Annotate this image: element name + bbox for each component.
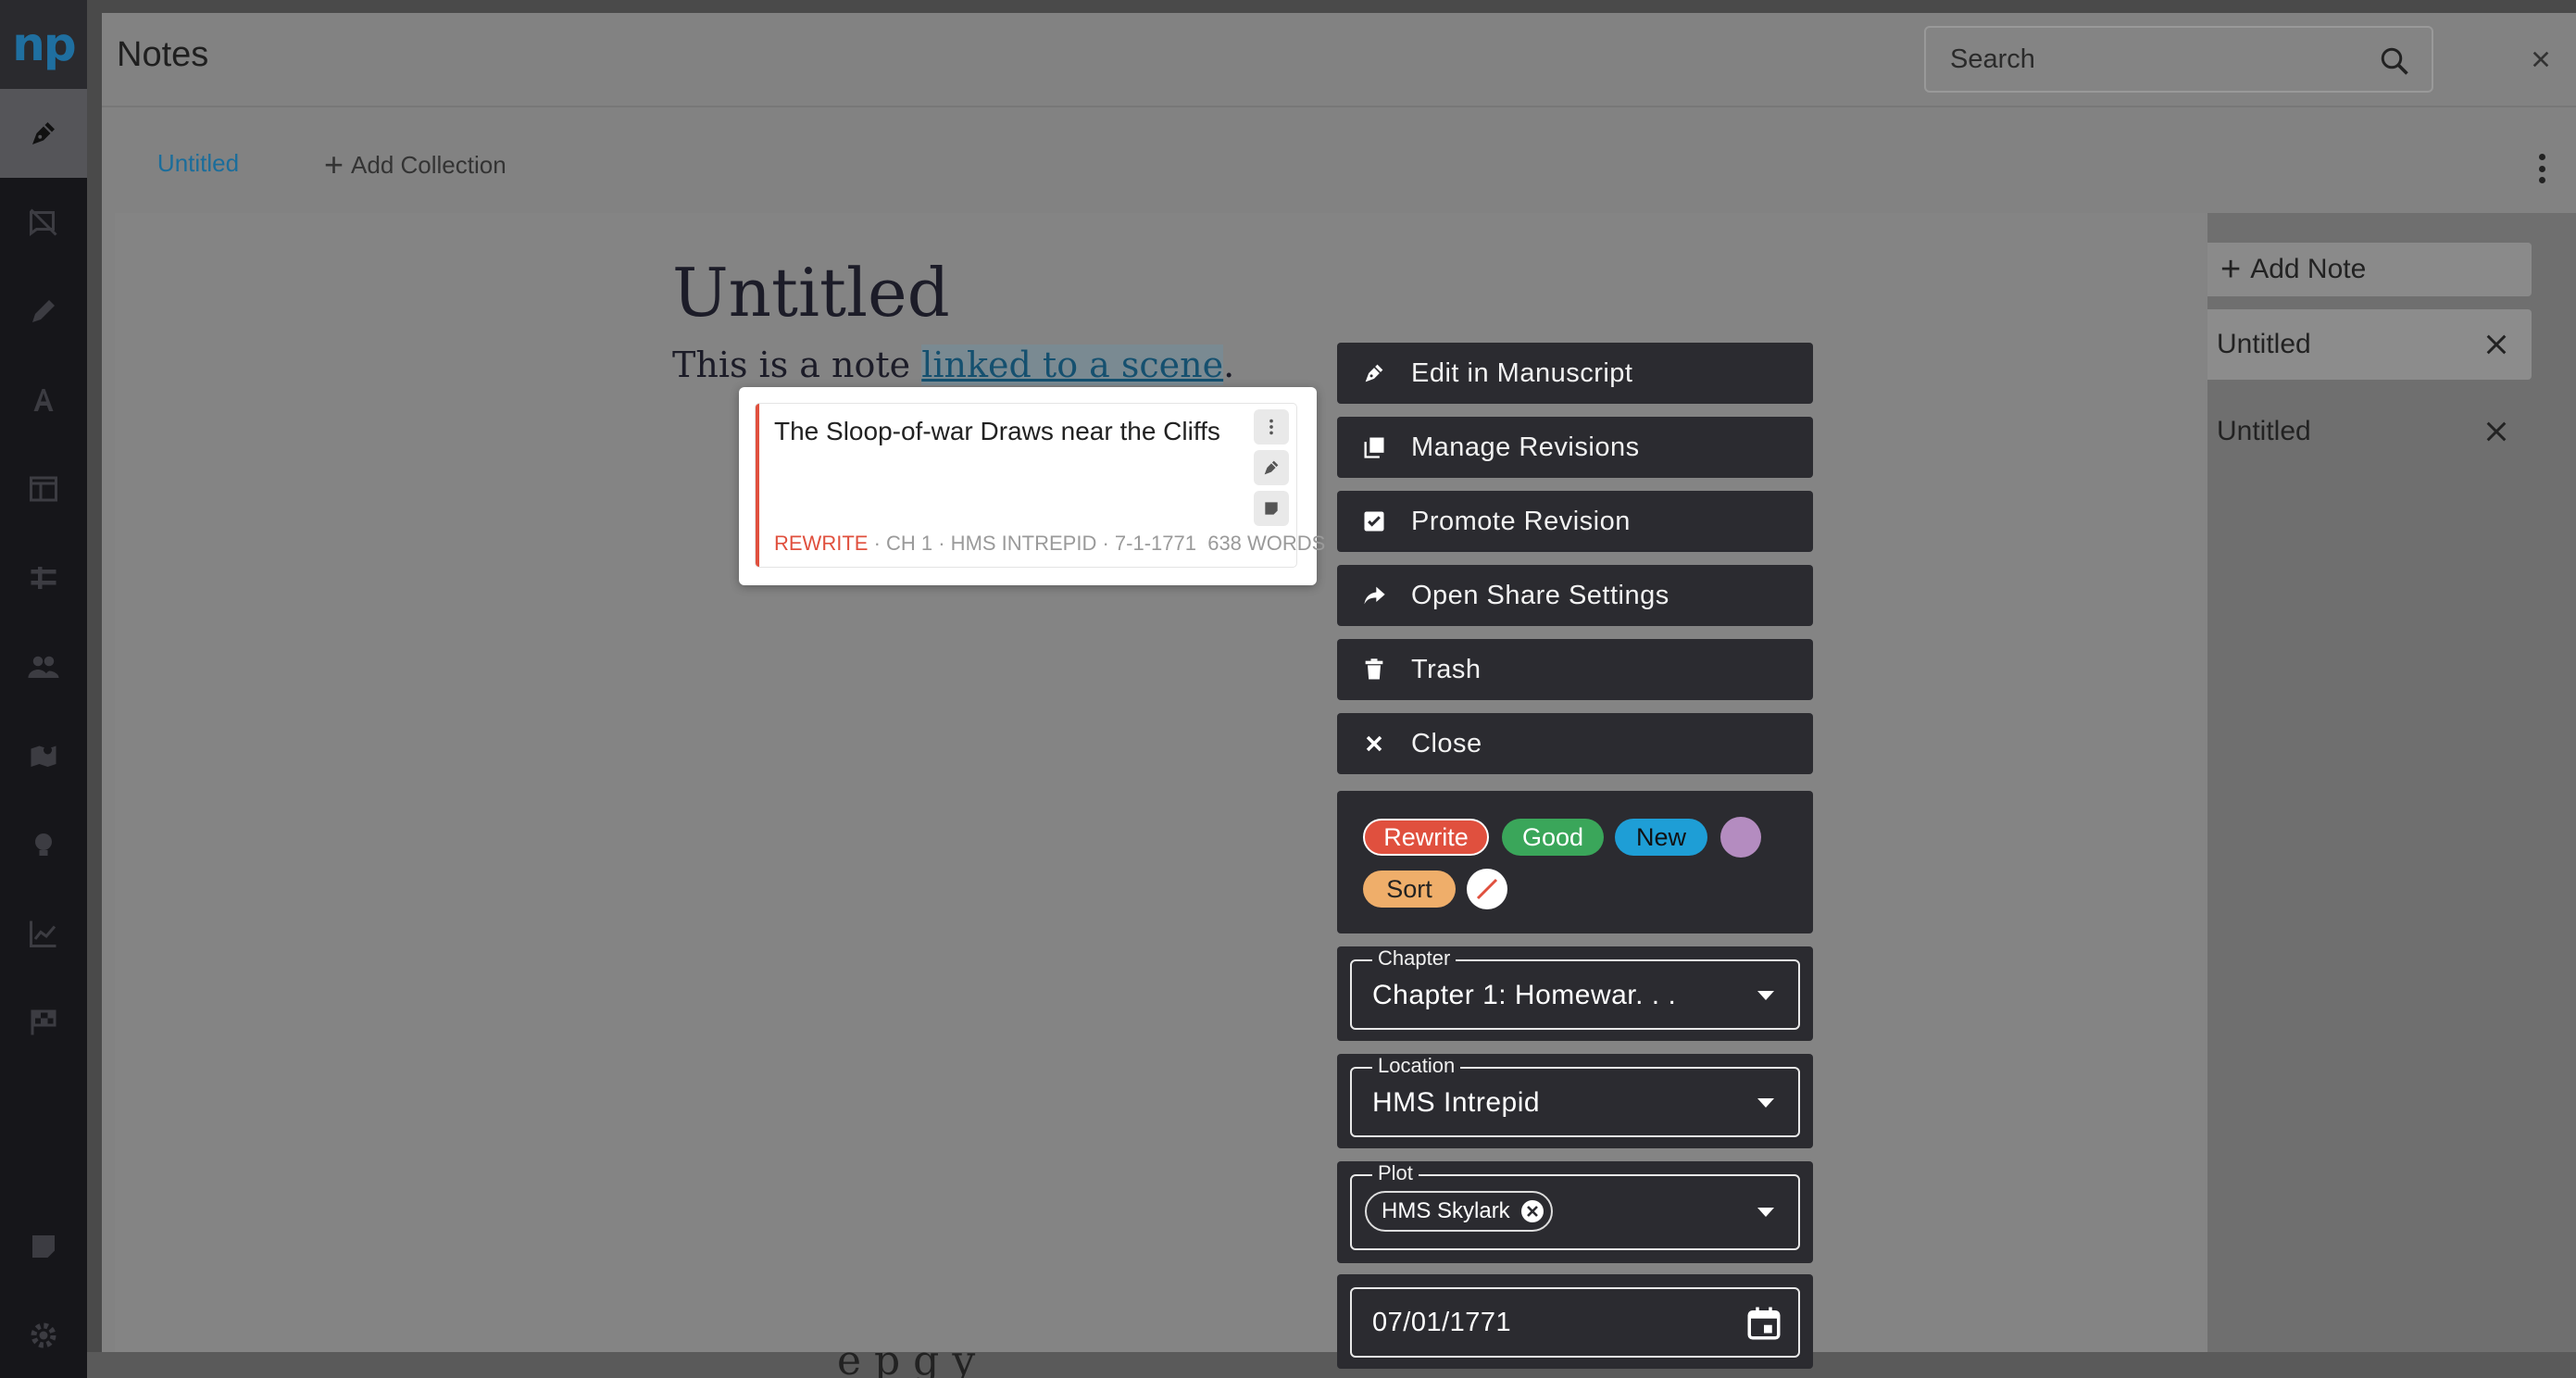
note-title[interactable]: Untitled — [672, 254, 950, 332]
chevron-down-icon — [1757, 1208, 1774, 1217]
status-chip-rewrite[interactable]: Rewrite — [1363, 819, 1489, 856]
trash-icon — [1365, 658, 1383, 680]
dialog-header: Notes — [102, 13, 2576, 107]
scene-word-count: 638 WORDS — [1207, 532, 1326, 555]
close-icon[interactable] — [2482, 330, 2511, 359]
close-icon[interactable] — [2482, 417, 2511, 446]
promote-revision-button[interactable]: Promote Revision — [1337, 491, 1813, 552]
pencil-icon[interactable] — [0, 267, 87, 356]
more-options-icon[interactable] — [2528, 150, 2556, 187]
app-sidebar: np — [0, 0, 87, 1378]
sticky-note-icon[interactable] — [0, 1202, 87, 1291]
no-status-icon[interactable] — [1467, 869, 1507, 909]
note-list-item-label: Untitled — [2217, 329, 2311, 359]
dialog-title: Notes — [117, 35, 209, 74]
collection-tabs: Untitled + Add Collection — [115, 107, 2576, 222]
note-text-end: . — [1223, 344, 1235, 385]
open-share-settings-button[interactable]: Open Share Settings — [1337, 565, 1813, 626]
date-input[interactable]: 07/01/1771 — [1350, 1287, 1800, 1358]
checkbox-icon — [1364, 511, 1384, 532]
close-dialog-button[interactable] — [2519, 37, 2563, 81]
add-collection-button[interactable]: + Add Collection — [324, 107, 506, 222]
location-select[interactable]: Location HMS Intrepid — [1350, 1054, 1800, 1137]
remove-chip-icon[interactable] — [1519, 1198, 1545, 1224]
scene-link[interactable]: linked to a scene — [921, 344, 1224, 385]
scene-card-meta: REWRITE · CH 1 · HMS INTREPID · 7-1-1771… — [774, 532, 1326, 555]
note-list-item[interactable]: Untitled — [2207, 309, 2532, 380]
layout-columns-icon[interactable] — [0, 445, 87, 533]
close-icon — [2532, 51, 2549, 68]
scene-card-title: The Sloop-of-war Draws near the Cliffs — [774, 417, 1220, 445]
manage-revisions-button[interactable]: Manage Revisions — [1337, 417, 1813, 478]
date-field-box: 07/01/1771 — [1337, 1274, 1813, 1369]
location-label: Location — [1372, 1054, 1461, 1078]
scene-more-icon[interactable] — [1254, 409, 1289, 445]
search-box[interactable] — [1924, 26, 2433, 93]
location-field-box: Location HMS Intrepid — [1337, 1054, 1813, 1148]
chevron-down-icon — [1757, 991, 1774, 1000]
scene-status: REWRITE — [774, 532, 869, 555]
note-editor[interactable]: Untitled This is a note linked to a scen… — [115, 213, 2207, 1352]
background-page: e p g y — [87, 1352, 2576, 1378]
status-chip-new[interactable]: New — [1615, 819, 1707, 856]
note-list-item-label: Untitled — [2217, 416, 2311, 446]
plot-select[interactable]: Plot HMS Skylark — [1350, 1161, 1800, 1250]
add-note-label: Add Note — [2250, 254, 2367, 284]
share-icon — [1364, 586, 1385, 605]
background-text: e p g y — [837, 1352, 976, 1378]
scene-card[interactable]: The Sloop-of-war Draws near the Cliffs R… — [756, 404, 1325, 567]
search-icon[interactable] — [2378, 44, 2411, 78]
note-body[interactable]: This is a note linked to a scene. — [672, 344, 1234, 385]
chapter-select[interactable]: Chapter Chapter 1: Homewar. . . — [1350, 946, 1800, 1030]
chevron-down-icon — [1757, 1098, 1774, 1108]
status-picker: Rewrite Good New Sort — [1337, 791, 1813, 933]
close-menu-button[interactable]: Close — [1337, 713, 1813, 774]
gear-icon[interactable] — [0, 1291, 87, 1378]
status-chip-good[interactable]: Good — [1502, 819, 1604, 856]
text-a-icon[interactable] — [0, 356, 87, 445]
copy-icon — [1364, 437, 1384, 458]
close-icon — [1366, 735, 1382, 752]
timeline-icon[interactable] — [0, 533, 87, 622]
chart-line-icon[interactable] — [0, 889, 87, 978]
trash-button[interactable]: Trash — [1337, 639, 1813, 700]
plus-icon: + — [324, 145, 344, 183]
edit-in-manuscript-button[interactable]: Edit in Manuscript — [1337, 343, 1813, 404]
plot-label: Plot — [1372, 1161, 1419, 1185]
location-value: HMS Intrepid — [1372, 1087, 1541, 1118]
chapter-label: Chapter — [1372, 946, 1457, 971]
lightbulb-icon[interactable] — [0, 800, 87, 889]
notes-list-panel: + Add Note Untitled Untitled — [2207, 213, 2576, 1352]
calendar-icon[interactable] — [1744, 1304, 1783, 1343]
status-chip-color[interactable] — [1720, 817, 1761, 858]
chapter-value: Chapter 1: Homewar. . . — [1372, 980, 1677, 1010]
chapter-field-box: Chapter Chapter 1: Homewar. . . — [1337, 946, 1813, 1041]
note-list-item[interactable]: Untitled — [2207, 396, 2532, 467]
plot-chip: HMS Skylark — [1365, 1191, 1553, 1232]
plus-icon: + — [2220, 249, 2242, 289]
app-logo[interactable]: np — [0, 0, 87, 89]
flag-checkered-icon[interactable] — [0, 978, 87, 1067]
date-value: 07/01/1771 — [1372, 1308, 1512, 1337]
status-chip-sort[interactable]: Sort — [1363, 871, 1456, 908]
plot-chip-label: HMS Skylark — [1382, 1198, 1510, 1223]
plot-field-box: Plot HMS Skylark — [1337, 1161, 1813, 1263]
people-icon[interactable] — [0, 622, 87, 711]
slideshow-off-icon[interactable] — [0, 178, 87, 267]
scene-link-popup: The Sloop-of-war Draws near the Cliffs R… — [739, 387, 1325, 585]
add-note-button[interactable]: + Add Note — [2207, 243, 2532, 296]
scene-note-icon[interactable] — [1254, 491, 1289, 526]
tab-untitled[interactable]: Untitled — [115, 107, 281, 222]
search-input[interactable] — [1950, 41, 2357, 78]
note-text: This is a note — [672, 344, 922, 385]
map-icon[interactable] — [0, 711, 87, 800]
pen-nib-icon[interactable] — [0, 89, 87, 178]
pen-nib-icon — [1365, 364, 1383, 382]
add-collection-label: Add Collection — [351, 150, 506, 179]
scene-edit-icon[interactable] — [1254, 450, 1289, 485]
